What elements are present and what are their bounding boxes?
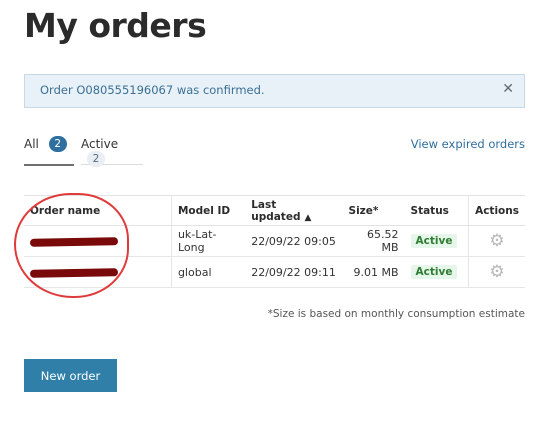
size-cell: 65.52 MB (342, 225, 405, 257)
actions-cell: ⚙ (468, 225, 525, 257)
redaction-mark (29, 236, 119, 247)
status-badge: Active (410, 265, 458, 279)
tab-all-label: All (24, 137, 39, 151)
tab-all-count-badge: 2 (48, 136, 67, 152)
tab-all[interactable]: All 2 (24, 136, 74, 166)
table-row: uk-Lat-Long 22/09/22 09:05 65.52 MB Acti… (24, 225, 525, 257)
gear-icon[interactable]: ⚙ (489, 231, 504, 251)
actions-cell: ⚙ (468, 256, 525, 288)
model-id-cell: global (170, 256, 246, 288)
redaction-mark (29, 267, 119, 278)
page-title: My orders (24, 6, 207, 45)
orders-table: Order name Model ID Last updated ▲ Size* … (24, 195, 525, 288)
order-name-cell[interactable] (24, 256, 172, 288)
view-expired-orders-link[interactable]: View expired orders (411, 137, 525, 151)
col-order-name: Order name (24, 195, 172, 226)
tab-active-count-badge: 2 (87, 150, 105, 167)
gear-icon[interactable]: ⚙ (489, 262, 504, 282)
last-updated-cell: 22/09/22 09:05 (245, 225, 343, 257)
sort-ascending-icon[interactable]: ▲ (304, 213, 311, 223)
last-updated-cell: 22/09/22 09:11 (245, 256, 343, 288)
size-footnote: *Size is based on monthly consumption es… (267, 308, 525, 320)
tab-active[interactable]: Active 2 (81, 136, 143, 167)
order-name-cell[interactable] (24, 225, 172, 257)
size-cell: 9.01 MB (342, 256, 405, 288)
status-badge: Active (410, 234, 458, 248)
alert-message: Order O080555196067 was confirmed. (40, 83, 265, 97)
confirmation-alert: Order O080555196067 was confirmed. ✕ (24, 74, 525, 108)
table-header-row: Order name Model ID Last updated ▲ Size* … (24, 195, 525, 226)
tab-active-label: Active (81, 136, 119, 151)
col-last-updated-label: Last updated (251, 198, 301, 223)
table-row: global 22/09/22 09:11 9.01 MB Active ⚙ (24, 256, 525, 288)
model-id-cell: uk-Lat-Long (170, 225, 246, 257)
col-size: Size* (342, 195, 405, 226)
col-status: Status (404, 195, 469, 226)
new-order-button[interactable]: New order (24, 359, 117, 392)
status-cell: Active (404, 256, 469, 288)
col-model-id: Model ID (170, 195, 246, 226)
close-icon[interactable]: ✕ (502, 81, 514, 97)
status-cell: Active (404, 225, 469, 257)
col-last-updated[interactable]: Last updated ▲ (245, 195, 343, 226)
col-actions: Actions (468, 195, 525, 226)
